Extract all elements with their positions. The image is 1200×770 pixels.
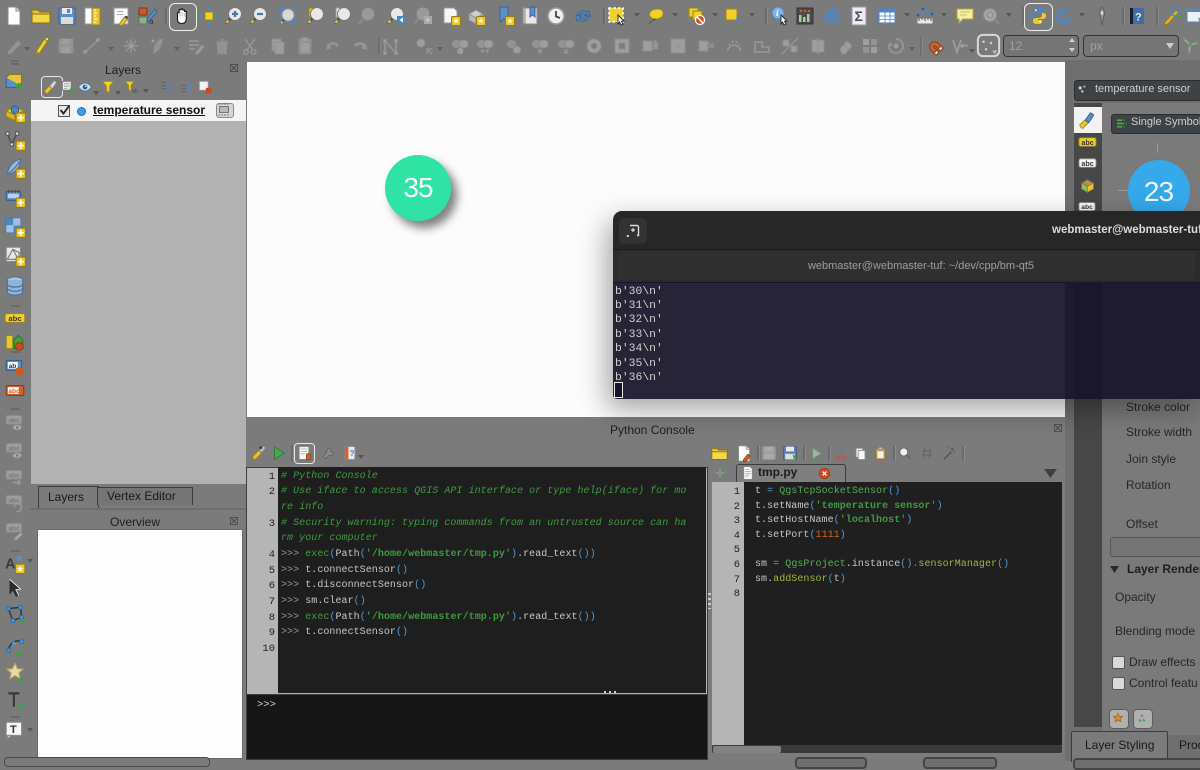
svg-text:abc: abc: [1081, 138, 1093, 146]
svg-text:abc: abc: [1081, 160, 1093, 168]
svg-text:abc: abc: [8, 446, 20, 453]
svg-text:?: ?: [350, 449, 355, 458]
svg-text:abc: abc: [8, 526, 20, 533]
svg-text:abc: abc: [8, 388, 20, 395]
svg-text:A: A: [5, 557, 15, 573]
svg-text:abc: abc: [8, 418, 20, 425]
svg-text:ab: ab: [9, 363, 17, 370]
svg-text:ab: ab: [132, 89, 138, 95]
svg-text:?: ?: [1135, 12, 1142, 24]
svg-text:abc: abc: [8, 314, 22, 323]
svg-text:a: a: [149, 17, 154, 26]
svg-text:T: T: [10, 724, 17, 736]
svg-text:Σ: Σ: [855, 8, 863, 24]
svg-text:S: S: [459, 49, 464, 56]
svg-text:abc: abc: [8, 473, 20, 480]
svg-text:abc: abc: [1081, 204, 1093, 211]
